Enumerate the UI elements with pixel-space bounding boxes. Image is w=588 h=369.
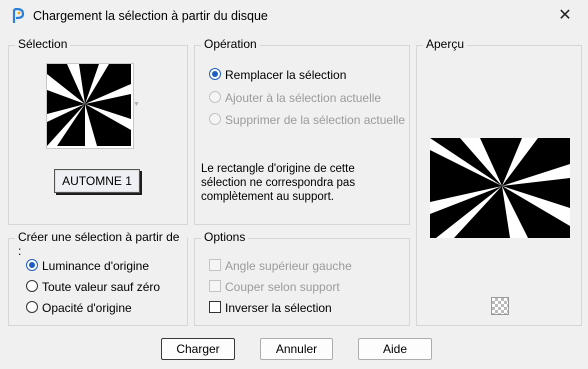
source-opacity-label: Opacité d'origine — [42, 301, 132, 315]
preview-group-label: Aperçu — [423, 37, 468, 51]
help-button[interactable]: Aide — [358, 338, 432, 360]
paintshop-app-icon — [12, 8, 25, 23]
checkerboard-icon[interactable] — [491, 297, 509, 315]
crop-to-canvas-label: Couper selon support — [225, 280, 340, 294]
invert-selection-label: Inverser la sélection — [225, 301, 332, 315]
starburst-preview-image — [430, 138, 570, 238]
selection-thumbnail-dropdown[interactable] — [46, 63, 134, 149]
create-selection-group-label: Créer une sélection à partir de : — [15, 230, 187, 258]
add-to-selection-label: Ajouter à la sélection actuelle — [225, 91, 382, 105]
chevron-down-icon[interactable]: ▼ — [133, 101, 140, 108]
close-icon[interactable]: ✕ — [548, 4, 582, 28]
cancel-button[interactable]: Annuler — [260, 338, 333, 360]
checkbox-unchecked-icon — [209, 301, 221, 313]
checkbox-disabled-icon — [209, 259, 221, 271]
starburst-selection-thumbnail — [47, 64, 131, 146]
replace-selection-label: Remplacer la sélection — [225, 68, 347, 82]
remove-from-selection-label: Supprimer de la sélection actuelle — [225, 113, 406, 127]
operation-group-label: Opération — [201, 37, 260, 51]
radio-checked-icon — [26, 259, 38, 271]
top-left-corner-label: Angle supérieur gauche — [225, 259, 352, 273]
load-button[interactable]: Charger — [161, 338, 235, 360]
radio-disabled-icon — [209, 113, 221, 125]
any-non-zero-label: Toute valeur sauf zéro — [42, 280, 161, 294]
title-bar: Chargement la sélection à partir du disq… — [0, 0, 588, 33]
radio-unchecked-icon — [26, 280, 38, 292]
source-luminance-label: Luminance d'origine — [42, 259, 150, 273]
radio-disabled-icon — [209, 91, 221, 103]
selection-group-label: Sélection — [15, 37, 71, 51]
checkbox-disabled-icon — [209, 280, 221, 292]
radio-checked-icon — [209, 68, 221, 80]
mismatch-info-text: Le rectangle d'origine de cette sélectio… — [201, 163, 356, 203]
window-title: Chargement la sélection à partir du disq… — [33, 9, 268, 23]
selection-name-label: AUTOMNE 1 — [54, 169, 140, 193]
radio-unchecked-icon — [26, 301, 38, 313]
preview-canvas — [430, 138, 570, 238]
options-group-label: Options — [201, 230, 249, 244]
